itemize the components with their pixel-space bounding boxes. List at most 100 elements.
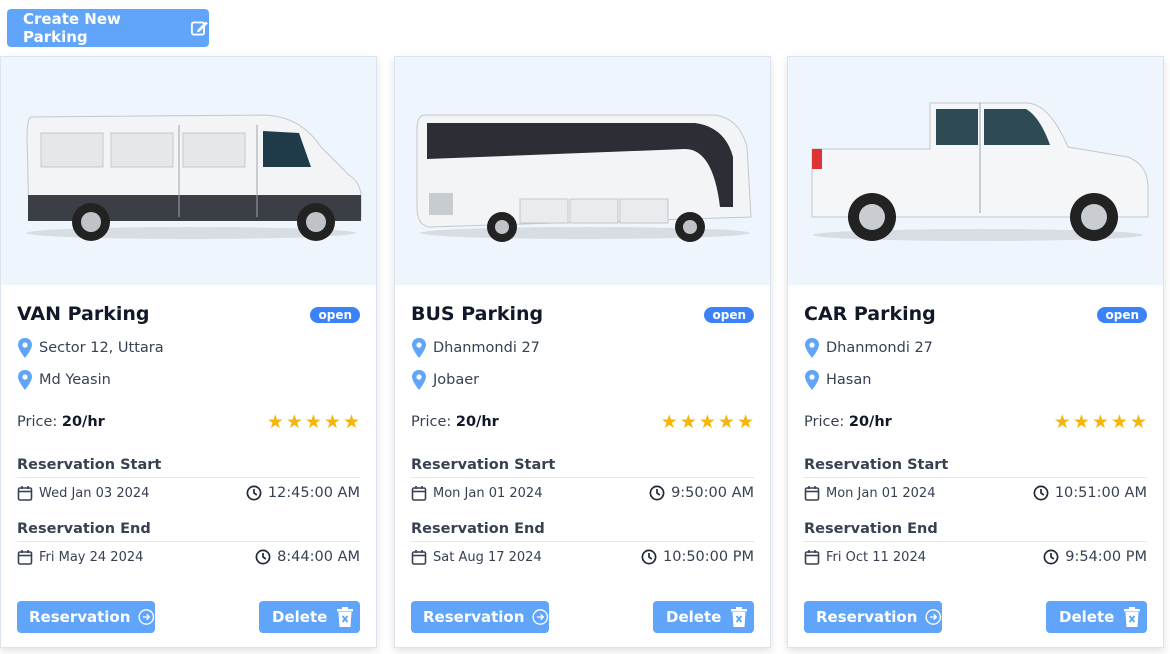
location-row: Dhanmondi 27: [804, 338, 933, 358]
star-icon: ★: [285, 411, 303, 433]
start-time: 12:45:00 AM: [246, 485, 360, 501]
create-new-parking-label: Create New Parking: [23, 10, 121, 46]
calendar-icon: [17, 486, 33, 501]
reservation-end-heading: Reservation End: [411, 521, 545, 537]
end-date-text: Fri Oct 11 2024: [826, 549, 926, 565]
owner-text: Md Yeasin: [39, 372, 111, 388]
star-rating: ★ ★ ★ ★ ★: [661, 412, 754, 432]
start-date-text: Mon Jan 01 2024: [826, 485, 936, 501]
price-value: 20/hr: [848, 414, 892, 430]
start-date: Mon Jan 01 2024: [411, 485, 542, 501]
divider: [411, 541, 754, 542]
reservation-start-heading: Reservation Start: [17, 457, 162, 473]
end-date-text: Sat Aug 17 2024: [433, 549, 542, 565]
clock-icon: [649, 485, 665, 501]
star-icon: ★: [1129, 411, 1147, 433]
divider: [804, 541, 1147, 542]
star-icon: ★: [1110, 411, 1128, 433]
edit-icon: [191, 21, 209, 36]
price-label: Price:: [17, 414, 58, 430]
star-rating: ★ ★ ★ ★ ★: [267, 412, 360, 432]
price-label: Price:: [411, 414, 452, 430]
location-row: Dhanmondi 27: [411, 338, 540, 358]
owner-row: Md Yeasin: [17, 370, 111, 390]
location-text: Dhanmondi 27: [433, 340, 540, 356]
price-value: 20/hr: [61, 414, 105, 430]
arrow-right-circle-icon: [532, 609, 549, 625]
map-pin-icon: [18, 370, 32, 390]
reservation-button[interactable]: Reservation: [17, 601, 155, 633]
calendar-icon: [17, 550, 33, 565]
reservation-button[interactable]: Reservation: [411, 601, 549, 633]
reservation-button-label: Reservation: [816, 608, 918, 626]
card-title: BUS Parking: [411, 303, 544, 325]
start-time-text: 12:45:00 AM: [267, 485, 360, 501]
star-icon: ★: [266, 411, 284, 433]
map-pin-icon: [805, 338, 819, 358]
reservation-start-heading: Reservation Start: [804, 457, 949, 473]
start-date-text: Wed Jan 03 2024: [39, 485, 150, 501]
clock-icon: [246, 485, 262, 501]
delete-button[interactable]: Delete: [259, 601, 360, 633]
vehicle-image-car: [788, 57, 1163, 285]
delete-button-label: Delete: [272, 608, 328, 626]
trash-icon: [1124, 607, 1141, 627]
reservation-button-label: Reservation: [423, 608, 525, 626]
card-title: VAN Parking: [17, 303, 150, 325]
owner-text: Hasan: [826, 372, 872, 388]
delete-button[interactable]: Delete: [1046, 601, 1147, 633]
status-badge: open: [704, 307, 754, 323]
star-icon: ★: [736, 411, 754, 433]
calendar-icon: [804, 486, 820, 501]
start-time: 9:50:00 AM: [649, 485, 754, 501]
end-date-text: Fri May 24 2024: [39, 549, 144, 565]
clock-icon: [641, 549, 657, 565]
star-icon: ★: [342, 411, 360, 433]
reservation-button[interactable]: Reservation: [804, 601, 942, 633]
owner-row: Jobaer: [411, 370, 479, 390]
clock-icon: [1033, 485, 1049, 501]
end-date: Sat Aug 17 2024: [411, 549, 542, 565]
star-icon: ★: [679, 411, 697, 433]
status-badge: open: [1097, 307, 1147, 323]
star-icon: ★: [1053, 411, 1071, 433]
parking-card-car: CAR Parking open Dhanmondi 27 Hasan Pric…: [787, 56, 1164, 648]
star-icon: ★: [1072, 411, 1090, 433]
star-icon: ★: [1091, 411, 1109, 433]
reservation-button-label: Reservation: [29, 608, 131, 626]
end-time: 8:44:00 AM: [255, 549, 360, 565]
calendar-icon: [411, 550, 427, 565]
divider: [17, 541, 360, 542]
start-time-text: 9:50:00 AM: [671, 485, 754, 501]
trash-icon: [337, 607, 354, 627]
map-pin-icon: [412, 370, 426, 390]
start-date: Wed Jan 03 2024: [17, 485, 149, 501]
star-icon: ★: [304, 411, 322, 433]
delete-button[interactable]: Delete: [653, 601, 754, 633]
location-text: Dhanmondi 27: [826, 340, 933, 356]
star-icon: ★: [717, 411, 735, 433]
price-label: Price:: [804, 414, 845, 430]
end-date: Fri Oct 11 2024: [804, 549, 926, 565]
star-icon: ★: [698, 411, 716, 433]
reservation-start-heading: Reservation Start: [411, 457, 556, 473]
parking-card-bus: BUS Parking open Dhanmondi 27 Jobaer Pri…: [394, 56, 771, 648]
end-time-text: 9:54:00 PM: [1065, 549, 1147, 565]
create-new-parking-button[interactable]: Create New Parking: [7, 9, 209, 47]
start-time-text: 10:51:00 AM: [1054, 485, 1147, 501]
divider: [411, 477, 754, 478]
end-time: 9:54:00 PM: [1043, 549, 1147, 565]
star-icon: ★: [660, 411, 678, 433]
end-date: Fri May 24 2024: [17, 549, 143, 565]
start-date: Mon Jan 01 2024: [804, 485, 935, 501]
arrow-right-circle-icon: [925, 609, 942, 625]
map-pin-icon: [412, 338, 426, 358]
reservation-end-heading: Reservation End: [804, 521, 938, 537]
delete-button-label: Delete: [666, 608, 722, 626]
trash-icon: [731, 607, 748, 627]
price: Price: 20/hr: [804, 414, 892, 430]
end-time-text: 10:50:00 PM: [663, 549, 754, 565]
vehicle-image-bus: [395, 57, 770, 285]
vehicle-image-van: [1, 57, 376, 285]
owner-text: Jobaer: [433, 372, 480, 388]
